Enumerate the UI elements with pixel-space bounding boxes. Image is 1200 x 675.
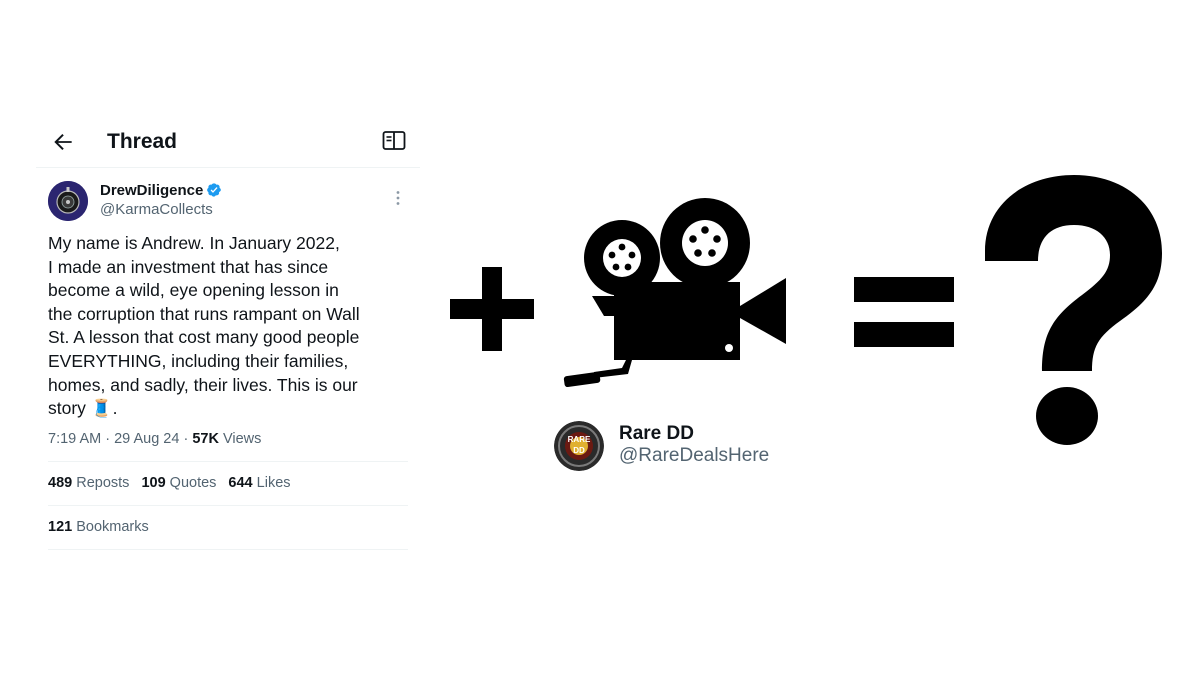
divider [48,548,408,550]
likes-label: Likes [256,475,291,492]
reposts-stat[interactable]: 489 Reposts [48,475,129,491]
meme-canvas: Thread DrewDiligence @KarmaCollects My n… [0,0,1200,675]
avatar-emblem-icon [48,181,88,221]
tweet-time[interactable]: 7:19 AM [48,431,101,447]
bookmarks-row: 121 Bookmarks [48,504,408,549]
views-label: Views [222,430,262,447]
author-display-name[interactable]: DrewDiligence [100,182,222,199]
avatar-text-bottom: DD [573,446,585,455]
reader-mode-icon[interactable] [382,130,406,152]
likes-stat[interactable]: 644 Likes [228,475,290,491]
tweet-date[interactable]: 29 Aug 24 [114,431,179,447]
more-dots-icon[interactable] [388,188,408,208]
views-count: 57K [192,430,219,447]
quotes-count: 109 [141,475,166,492]
page-title: Thread [107,130,178,153]
bookmarks-stat[interactable]: 121 Bookmarks [48,519,149,535]
tweet-author-row: DrewDiligence @KarmaCollects [36,178,420,232]
movie-camera-icon [563,198,786,388]
rare-dd-display-name[interactable]: Rare DD [619,423,694,445]
thread-header: Thread [36,118,420,168]
equals-icon [854,277,954,347]
reposts-label: Reposts [76,475,130,492]
avatar[interactable]: RARE DD [554,421,604,471]
arrow-left-icon[interactable] [50,129,76,155]
plus-icon [450,267,534,351]
author-handle[interactable]: @KarmaCollects [100,201,213,218]
tweet-metadata: 7:19 AM · 29 Aug 24 · 57K Views [48,431,420,461]
likes-count: 644 [228,475,253,492]
quotes-label: Quotes [169,475,217,492]
quotes-stat[interactable]: 109 Quotes [141,475,216,491]
separator: · [105,430,111,447]
engagement-stats: 489 Reposts 109 Quotes 644 Likes [48,460,408,505]
question-mark-icon [985,175,1162,445]
bookmarks-label: Bookmarks [76,519,149,536]
tweet-body-text: My name is Andrew. In January 2022, I ma… [48,233,360,419]
verified-badge-icon [207,183,222,197]
tweet-panel: Thread DrewDiligence @KarmaCollects My n… [36,118,420,550]
reposts-count: 489 [48,475,73,492]
rare-dd-profile-card: RARE DD Rare DD @RareDealsHere [554,420,814,472]
author-name-text: DrewDiligence [100,182,204,199]
separator: · [183,430,189,447]
avatar[interactable] [48,181,88,221]
bookmarks-count: 121 [48,519,73,536]
rare-dd-handle[interactable]: @RareDealsHere [619,445,769,467]
avatar-text-top: RARE [568,435,591,444]
